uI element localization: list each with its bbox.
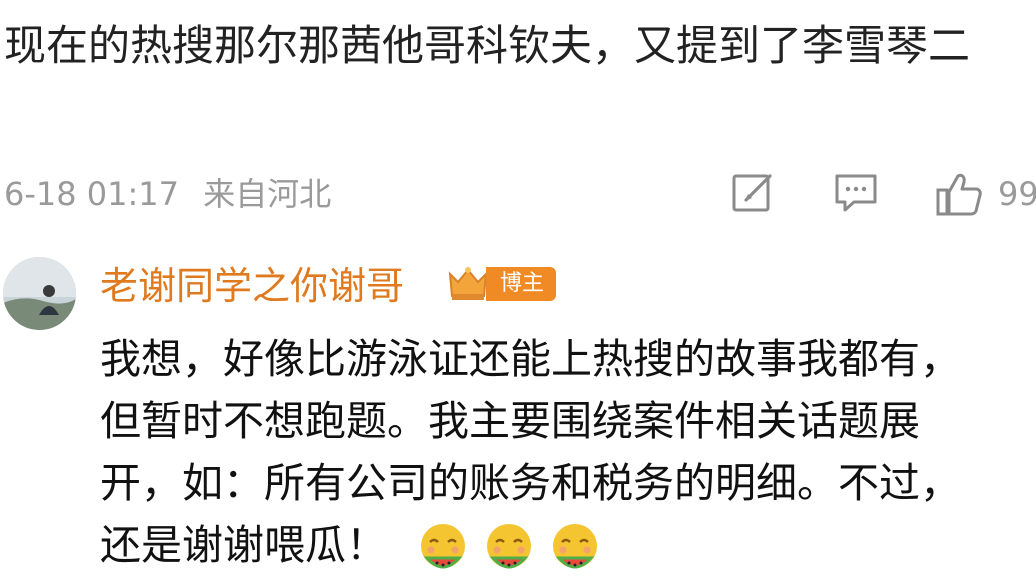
crown-badge-icon — [448, 267, 488, 300]
post-meta: 6-18 01:17 来自河北 — [4, 172, 331, 216]
post-text: 现在的热搜那尔那茜他哥科钦夫，又提到了李雪琴二 — [4, 21, 971, 70]
reply-line: 我想，好像比游泳证还能上热搜的故事我都有， — [100, 335, 961, 383]
avatar[interactable] — [3, 257, 76, 330]
comment-button[interactable] — [832, 170, 880, 216]
post-meta-row: 6-18 01:17 来自河北 99 — [0, 166, 1036, 222]
badge-label: 博主 — [486, 267, 557, 301]
comment-icon — [835, 174, 877, 212]
emoji-row — [417, 522, 601, 574]
reply-line: 但暂时不想跑题。我主要围绕案件相关话题展 — [100, 397, 920, 445]
reply-username[interactable]: 老谢同学之你谢哥 — [100, 260, 404, 312]
eating-melon-emoji-icon — [421, 524, 465, 569]
repost-button[interactable] — [730, 170, 776, 216]
post-time: 6-18 01:17 — [4, 175, 180, 213]
blogger-badge: 博主 — [444, 264, 557, 304]
eating-melon-emoji-icon — [487, 524, 531, 569]
thumbs-up-icon — [936, 173, 982, 216]
reply-line: 开，如：所有公司的账务和税务的明细。不过， — [100, 459, 961, 507]
like-count: 99 — [998, 175, 1036, 213]
post-location: 来自河北 — [203, 175, 332, 213]
avatar-image — [3, 257, 76, 330]
like-button[interactable]: 99 — [934, 170, 1036, 218]
edit-icon — [732, 174, 772, 212]
eating-melon-emoji-icon — [553, 524, 597, 569]
